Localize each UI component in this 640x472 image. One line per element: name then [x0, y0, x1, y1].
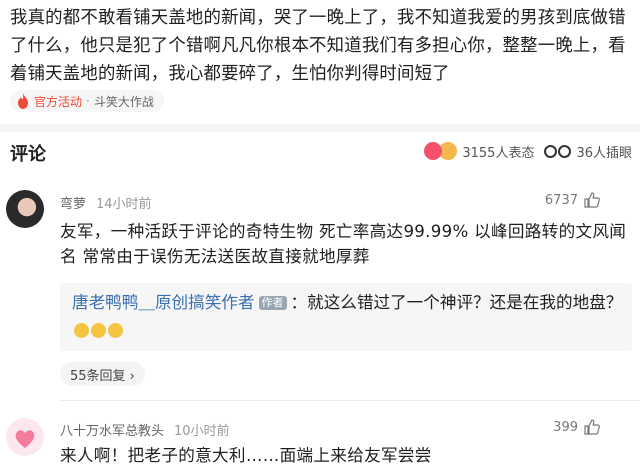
reactions-count[interactable]: 3155人表态 [462, 142, 534, 161]
avatar[interactable] [6, 190, 44, 228]
thumbs-up-icon[interactable] [584, 192, 600, 208]
post-text: 我真的都不敢看铺天盖地的新闻，哭了一晚上了，我不知道我爱的男孩到底做错了什么，他… [10, 8, 626, 84]
likes-count: 6737 [544, 192, 578, 208]
author-badge: 作者 [258, 296, 287, 310]
heart-hands-icon [15, 430, 35, 448]
section-divider [0, 124, 640, 132]
flame-icon [18, 93, 28, 109]
crying-emoji-icon [74, 323, 89, 338]
comment-divider [60, 400, 640, 401]
comment-meta: 弯萝 14小时前 [60, 193, 152, 212]
tag-separator: · [86, 94, 90, 108]
crying-emoji-icon [108, 323, 123, 338]
likes-count: 399 [553, 419, 578, 435]
reaction-icons [424, 141, 459, 161]
eyes-icon [544, 144, 572, 158]
comment-time: 14小时前 [96, 197, 152, 212]
comment-likes[interactable]: 6737 [545, 192, 600, 208]
reply-author-name[interactable]: 唐老鸭鸭＿原创搞笑作者 [72, 293, 255, 312]
insert-count[interactable]: 36人插眼 [576, 142, 632, 161]
comment-text: 友军，一种活跃于评论的奇特生物 死亡率高达99.99% 以峰回路转的文风闻名 常… [60, 222, 627, 266]
avatar[interactable] [6, 418, 44, 456]
reply-text-line: 唐老鸭鸭＿原创搞笑作者 作者 ：就这么错过了一个神评？还是在我的地盘？ [72, 289, 628, 345]
comment-time: 10小时前 [174, 424, 230, 439]
reactions-bar[interactable]: 3155人表态 36人插眼 [424, 141, 632, 161]
thumbs-up-icon[interactable] [584, 419, 600, 435]
comment-username[interactable]: 弯萝 [60, 197, 86, 212]
tag-activity-label: 官方活动 [34, 94, 83, 109]
reply-text: ：就这么错过了一个神评？还是在我的地盘？ [290, 293, 623, 312]
comment-meta: 八十万水军总教头 10小时前 [60, 420, 230, 439]
comments-title: 评论 [10, 144, 46, 165]
comment-likes[interactable]: 399 [553, 419, 600, 435]
comment-text: 来人啊！把老子的意大利……面端上来给友军尝尝 [60, 446, 432, 465]
crying-emoji-icon [91, 323, 106, 338]
more-replies-button[interactable]: 55条回复 › [60, 362, 145, 386]
activity-tag[interactable]: 官方活动 · 斗笑大作战 [10, 90, 164, 112]
reply-preview[interactable]: 唐老鸭鸭＿原创搞笑作者 作者 ：就这么错过了一个神评？还是在我的地盘？ [60, 283, 632, 351]
tag-topic-label: 斗笑大作战 [93, 94, 154, 109]
comment-username[interactable]: 八十万水军总教头 [60, 424, 164, 439]
